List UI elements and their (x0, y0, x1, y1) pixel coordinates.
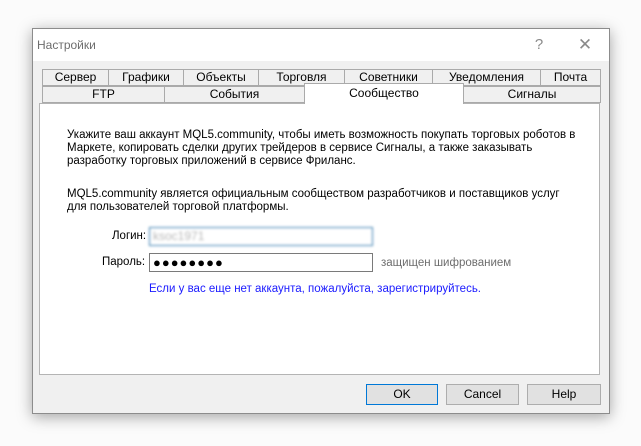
help-button[interactable]: Help (527, 384, 601, 405)
help-icon[interactable]: ? (524, 35, 554, 55)
password-label: Пароль: (102, 256, 146, 268)
login-label: Логин: (112, 230, 147, 242)
tab-community[interactable]: Сообщество (304, 83, 464, 104)
settings-dialog: Настройки ? ✕ Сервер Графики Объекты Тор… (32, 28, 610, 414)
tab-events[interactable]: События (164, 86, 305, 103)
login-input[interactable]: ksoc1971 (149, 227, 373, 246)
ok-button[interactable]: OK (366, 384, 438, 405)
tab-signals[interactable]: Сигналы (463, 86, 601, 103)
tab-objects[interactable]: Объекты (183, 69, 259, 86)
register-link[interactable]: Если у вас еще нет аккаунта, пожалуйста,… (149, 283, 481, 295)
intro-text: Укажите ваш аккаунт MQL5.community, чтоб… (67, 129, 576, 167)
cancel-button[interactable]: Cancel (446, 384, 519, 405)
tab-server[interactable]: Сервер (42, 69, 109, 86)
community-panel: Укажите ваш аккаунт MQL5.community, чтоб… (39, 103, 600, 375)
title-bar[interactable]: Настройки ? ✕ (33, 29, 609, 61)
close-icon[interactable]: ✕ (570, 35, 600, 55)
password-input[interactable]: ●●●●●●●● (149, 253, 373, 272)
encryption-note: защищен шифрованием (381, 257, 512, 269)
window-title: Настройки (37, 38, 96, 52)
about-text: MQL5.community является официальным сооб… (67, 188, 560, 213)
tab-ftp[interactable]: FTP (42, 86, 165, 103)
tab-mail[interactable]: Почта (540, 69, 601, 86)
tab-charts[interactable]: Графики (108, 69, 184, 86)
